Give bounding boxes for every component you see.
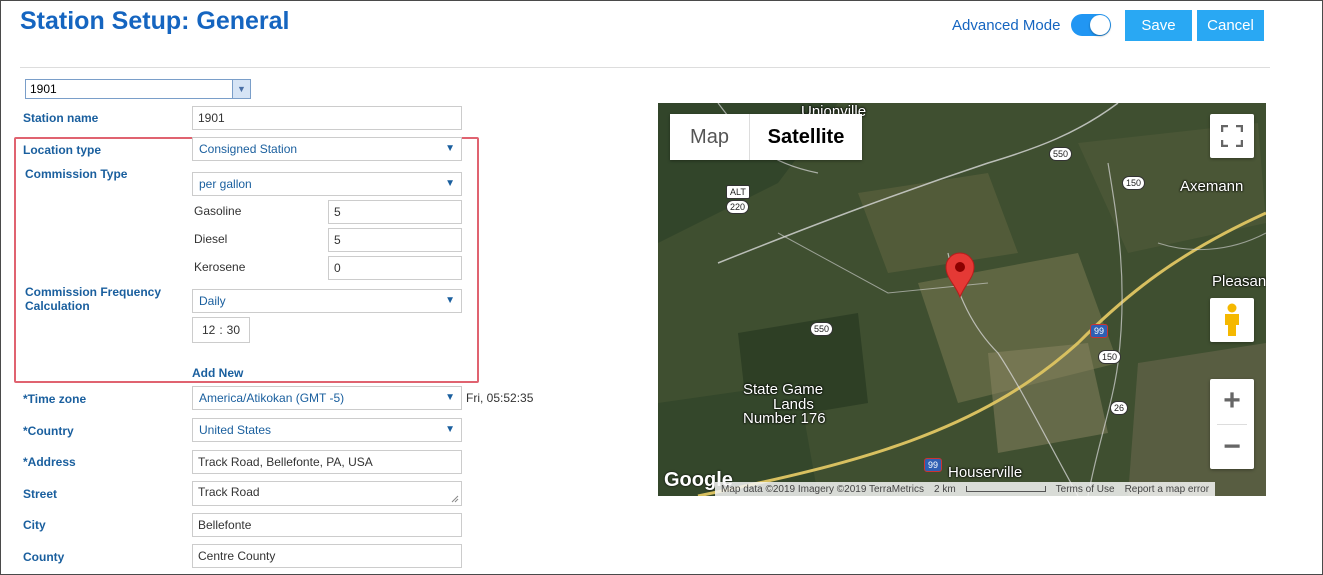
place-label-axemann: Axemann (1180, 178, 1244, 195)
zoom-in-button[interactable]: + (1210, 379, 1254, 424)
county-label: County (23, 550, 65, 564)
dropdown-caret-icon: ▼ (445, 392, 455, 403)
commission-type-select[interactable]: per gallon ▼ (192, 172, 462, 196)
gasoline-input[interactable]: 5 (328, 200, 462, 224)
commission-frequency-label: Commission Frequency Calculation (25, 285, 161, 313)
route-shield-alt: ALT (726, 185, 750, 199)
street-label: Street (23, 487, 58, 501)
dropdown-caret-icon: ▼ (445, 424, 455, 435)
dropdown-caret-icon: ▼ (445, 178, 455, 189)
add-new-link[interactable]: Add New (192, 366, 243, 380)
commission-time-input[interactable]: 12 : 30 (192, 317, 250, 343)
time-zone-select[interactable]: America/Atikokan (GMT -5) ▼ (192, 386, 462, 410)
street-textarea[interactable]: Track Road (192, 481, 462, 506)
location-type-select[interactable]: Consigned Station ▼ (192, 137, 462, 161)
route-shield-26: 26 (1110, 401, 1129, 415)
dropdown-caret-icon: ▼ (445, 143, 455, 154)
station-name-label: Station name (23, 111, 99, 125)
current-time-text: Fri, 05:52:35 (466, 391, 534, 405)
map-terrain (658, 103, 1266, 496)
toggle-knob (1090, 15, 1110, 35)
place-label-houserville: Houserville (948, 464, 1023, 481)
report-map-error-link[interactable]: Report a map error (1125, 484, 1209, 495)
commission-type-label: Commission Type (25, 167, 128, 181)
zoom-control: + − (1210, 379, 1254, 469)
kerosene-label: Kerosene (194, 260, 246, 274)
page-title: Station Setup: General (20, 7, 290, 35)
save-button[interactable]: Save (1125, 10, 1192, 41)
address-input[interactable]: Track Road, Bellefonte, PA, USA (192, 450, 462, 474)
cancel-button[interactable]: Cancel (1197, 10, 1264, 41)
time-zone-value: America/Atikokan (GMT -5) (199, 391, 345, 405)
dropdown-caret-icon: ▼ (445, 295, 455, 306)
diesel-label: Diesel (194, 232, 228, 246)
kerosene-value: 0 (334, 261, 341, 275)
route-shield-220: 220 (726, 200, 750, 214)
street-value: Track Road (198, 485, 260, 499)
commission-type-value: per gallon (199, 177, 252, 191)
time-separator: : (219, 323, 223, 337)
commission-frequency-select[interactable]: Daily ▼ (192, 289, 462, 313)
gasoline-value: 5 (334, 205, 341, 219)
address-label: *Address (23, 455, 76, 469)
tab-map[interactable]: Map (670, 114, 749, 160)
header-divider (20, 67, 1270, 68)
place-label-number-176: Number 176 (743, 410, 826, 427)
county-value: Centre County (198, 549, 276, 563)
county-input[interactable]: Centre County (192, 544, 462, 568)
station-name-value: 1901 (198, 111, 225, 125)
interstate-shield-99b: 99 (924, 458, 943, 472)
street-view-button[interactable] (1210, 298, 1254, 342)
time-zone-label: *Time zone (23, 392, 87, 406)
scale-label: 2 km (933, 483, 956, 495)
diesel-value: 5 (334, 233, 341, 247)
gasoline-label: Gasoline (194, 204, 242, 218)
station-selector[interactable]: 1901 ▼ (25, 79, 251, 99)
fullscreen-icon (1221, 125, 1243, 147)
route-shield-550b: 550 (810, 322, 834, 336)
fullscreen-button[interactable] (1210, 114, 1254, 158)
location-marker-icon[interactable] (945, 252, 975, 298)
chevron-down-icon[interactable]: ▼ (232, 80, 250, 98)
route-shield-150b: 150 (1098, 350, 1122, 364)
commission-frequency-label-line1: Commission Frequency (25, 285, 162, 299)
advanced-mode-toggle[interactable] (1071, 14, 1111, 36)
commission-frequency-label-line2: Calculation (25, 299, 90, 313)
city-value: Bellefonte (198, 518, 252, 532)
terms-of-use-link[interactable]: Terms of Use (1056, 484, 1115, 495)
commission-frequency-value: Daily (199, 294, 226, 308)
place-label-state-game: State Game (743, 381, 824, 398)
route-shield-550: 550 (1049, 147, 1073, 161)
country-value: United States (199, 423, 272, 437)
pegman-icon (1225, 303, 1239, 336)
station-selector-value: 1901 (30, 82, 57, 96)
kerosene-input[interactable]: 0 (328, 256, 462, 280)
place-label-pleasant: Pleasant (1212, 273, 1266, 290)
map-attribution-bar: Map data ©2019 Imagery ©2019 TerraMetric… (715, 482, 1216, 496)
scale-bar (965, 486, 1046, 492)
advanced-mode-label: Advanced Mode (952, 17, 1061, 34)
interstate-shield-99: 99 (1090, 324, 1109, 338)
location-type-value: Consigned Station (199, 142, 298, 156)
city-input[interactable]: Bellefonte (192, 513, 462, 537)
address-value: Track Road, Bellefonte, PA, USA (198, 455, 373, 469)
diesel-input[interactable]: 5 (328, 228, 462, 252)
country-label: *Country (23, 424, 74, 438)
resize-handle-icon[interactable] (451, 495, 459, 503)
map-type-tabs: Map Satellite (670, 114, 862, 160)
location-type-label: Location type (23, 143, 102, 157)
station-name-input[interactable]: 1901 (192, 106, 462, 130)
city-label: City (23, 518, 46, 532)
map-attribution: Map data ©2019 Imagery ©2019 TerraMetric… (721, 483, 924, 495)
tab-satellite[interactable]: Satellite (749, 114, 862, 160)
satellite-map[interactable]: Unionville Axemann Pleasant State Game L… (658, 103, 1266, 496)
country-select[interactable]: United States ▼ (192, 418, 462, 442)
time-hour[interactable]: 12 (202, 323, 215, 337)
time-minute[interactable]: 30 (227, 323, 240, 337)
zoom-out-button[interactable]: − (1210, 424, 1254, 469)
route-shield-150: 150 (1122, 176, 1146, 190)
